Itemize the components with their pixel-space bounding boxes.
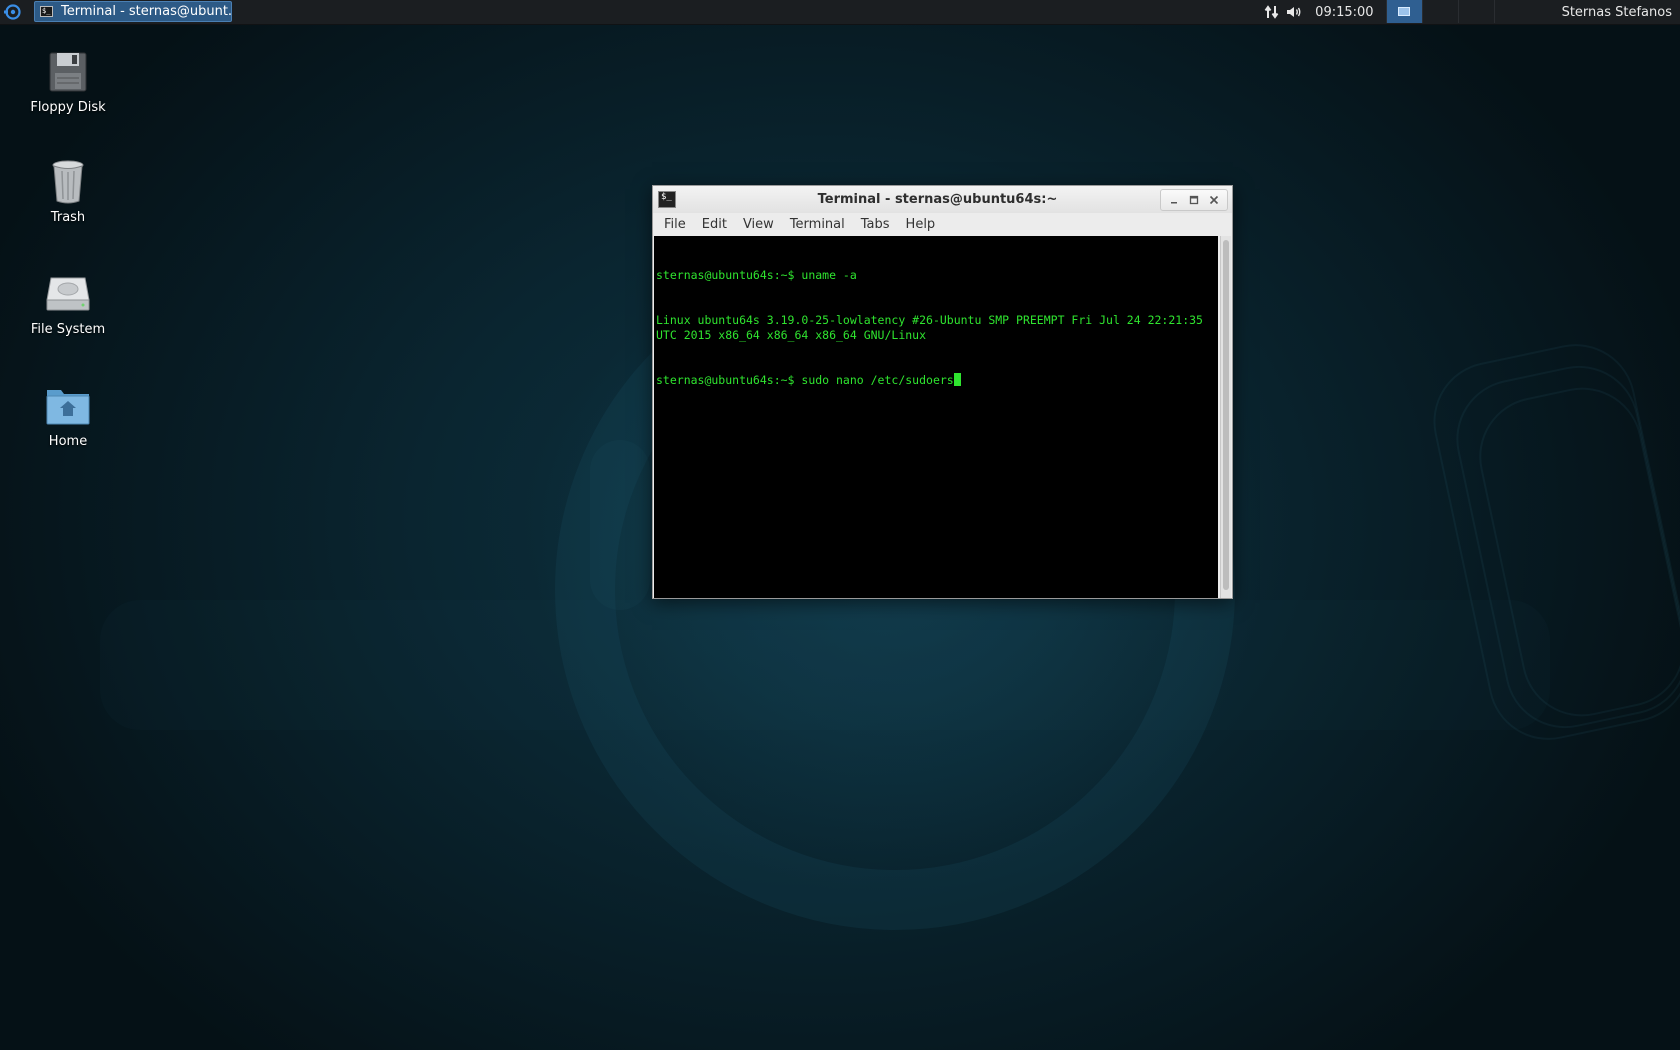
top-panel: $_ Terminal - sternas@ubunt... 09:15:00 — [0, 0, 1680, 25]
workspace-4[interactable] — [1493, 0, 1530, 23]
window-title: Terminal - sternas@ubuntu64s:~ — [817, 192, 1058, 207]
desktop-icon-label: File System — [30, 322, 106, 337]
system-tray: 09:15:00 Sternas Stefanos — [1261, 0, 1680, 24]
desktop-icon-label: Home — [48, 434, 88, 449]
whisker-menu-button[interactable] — [0, 0, 26, 24]
minimize-icon — [1171, 202, 1177, 204]
terminal-line: sternas@ubuntu64s:~$ uname -a — [656, 268, 857, 282]
menu-tabs[interactable]: Tabs — [853, 217, 898, 232]
volume-icon[interactable] — [1283, 0, 1305, 24]
terminal-line: Linux ubuntu64s 3.19.0-25-lowlatency #26… — [656, 313, 1210, 342]
menu-file[interactable]: File — [656, 217, 694, 232]
menu-view[interactable]: View — [735, 217, 782, 232]
taskbar-button-label: Terminal - sternas@ubunt... — [61, 4, 232, 19]
terminal-scrollbar[interactable] — [1220, 236, 1231, 598]
wallpaper-band — [100, 600, 1550, 730]
menu-terminal[interactable]: Terminal — [782, 217, 853, 232]
workspace-3[interactable] — [1457, 0, 1494, 23]
workspace-2[interactable] — [1421, 0, 1458, 23]
menu-edit[interactable]: Edit — [694, 217, 735, 232]
desktop: $_ Terminal - sternas@ubunt... 09:15:00 — [0, 0, 1680, 1050]
menu-help[interactable]: Help — [898, 217, 944, 232]
hard-drive-icon — [46, 277, 90, 311]
minimize-button[interactable] — [1165, 191, 1183, 209]
window-titlebar[interactable]: $_ Terminal - sternas@ubuntu64s:~ — [653, 186, 1232, 213]
maximize-icon — [1189, 195, 1199, 205]
clock[interactable]: 09:15:00 — [1315, 5, 1373, 20]
close-icon — [1209, 195, 1219, 205]
user-menu[interactable]: Sternas Stefanos — [1562, 5, 1672, 20]
desktop-icon-file-system[interactable]: File System — [18, 270, 118, 337]
wallpaper-shape — [590, 440, 650, 610]
taskbar-terminal-button[interactable]: $_ Terminal - sternas@ubunt... — [34, 1, 232, 22]
desktop-icon-trash[interactable]: Trash — [18, 158, 118, 225]
workspace-1[interactable] — [1385, 0, 1422, 23]
network-icon[interactable] — [1261, 0, 1283, 24]
desktop-icon-floppy-disk[interactable]: Floppy Disk — [18, 48, 118, 115]
home-folder-icon — [46, 390, 90, 425]
trash-icon — [52, 160, 84, 204]
maximize-button[interactable] — [1185, 191, 1203, 209]
terminal-prompt-line: sternas@ubuntu64s:~$ sudo nano /etc/sudo… — [656, 373, 954, 387]
floppy-disk-icon — [49, 52, 87, 92]
desktop-icon-label: Floppy Disk — [30, 100, 106, 115]
close-button[interactable] — [1205, 191, 1223, 209]
terminal-output[interactable]: sternas@ubuntu64s:~$ uname -a Linux ubun… — [654, 236, 1218, 598]
scrollbar-thumb[interactable] — [1223, 240, 1229, 590]
menu-bar: File Edit View Terminal Tabs Help — [653, 213, 1232, 235]
network-arrows-icon — [1264, 5, 1279, 19]
window-controls — [1160, 189, 1228, 211]
speaker-icon — [1287, 7, 1301, 17]
terminal-icon: $_ — [40, 6, 53, 17]
terminal-window: $_ Terminal - sternas@ubuntu64s:~ File E… — [652, 185, 1233, 599]
terminal-line-current: sternas@ubuntu64s:~$ sudo nano /etc/sudo… — [656, 373, 1216, 388]
xfce-logo-icon — [4, 4, 21, 20]
text-cursor — [953, 373, 961, 386]
desktop-icon-home[interactable]: Home — [18, 382, 118, 449]
desktop-icon-label: Trash — [50, 210, 86, 225]
workspace-switcher — [1385, 0, 1530, 24]
workspace-window-thumb — [1398, 7, 1411, 16]
